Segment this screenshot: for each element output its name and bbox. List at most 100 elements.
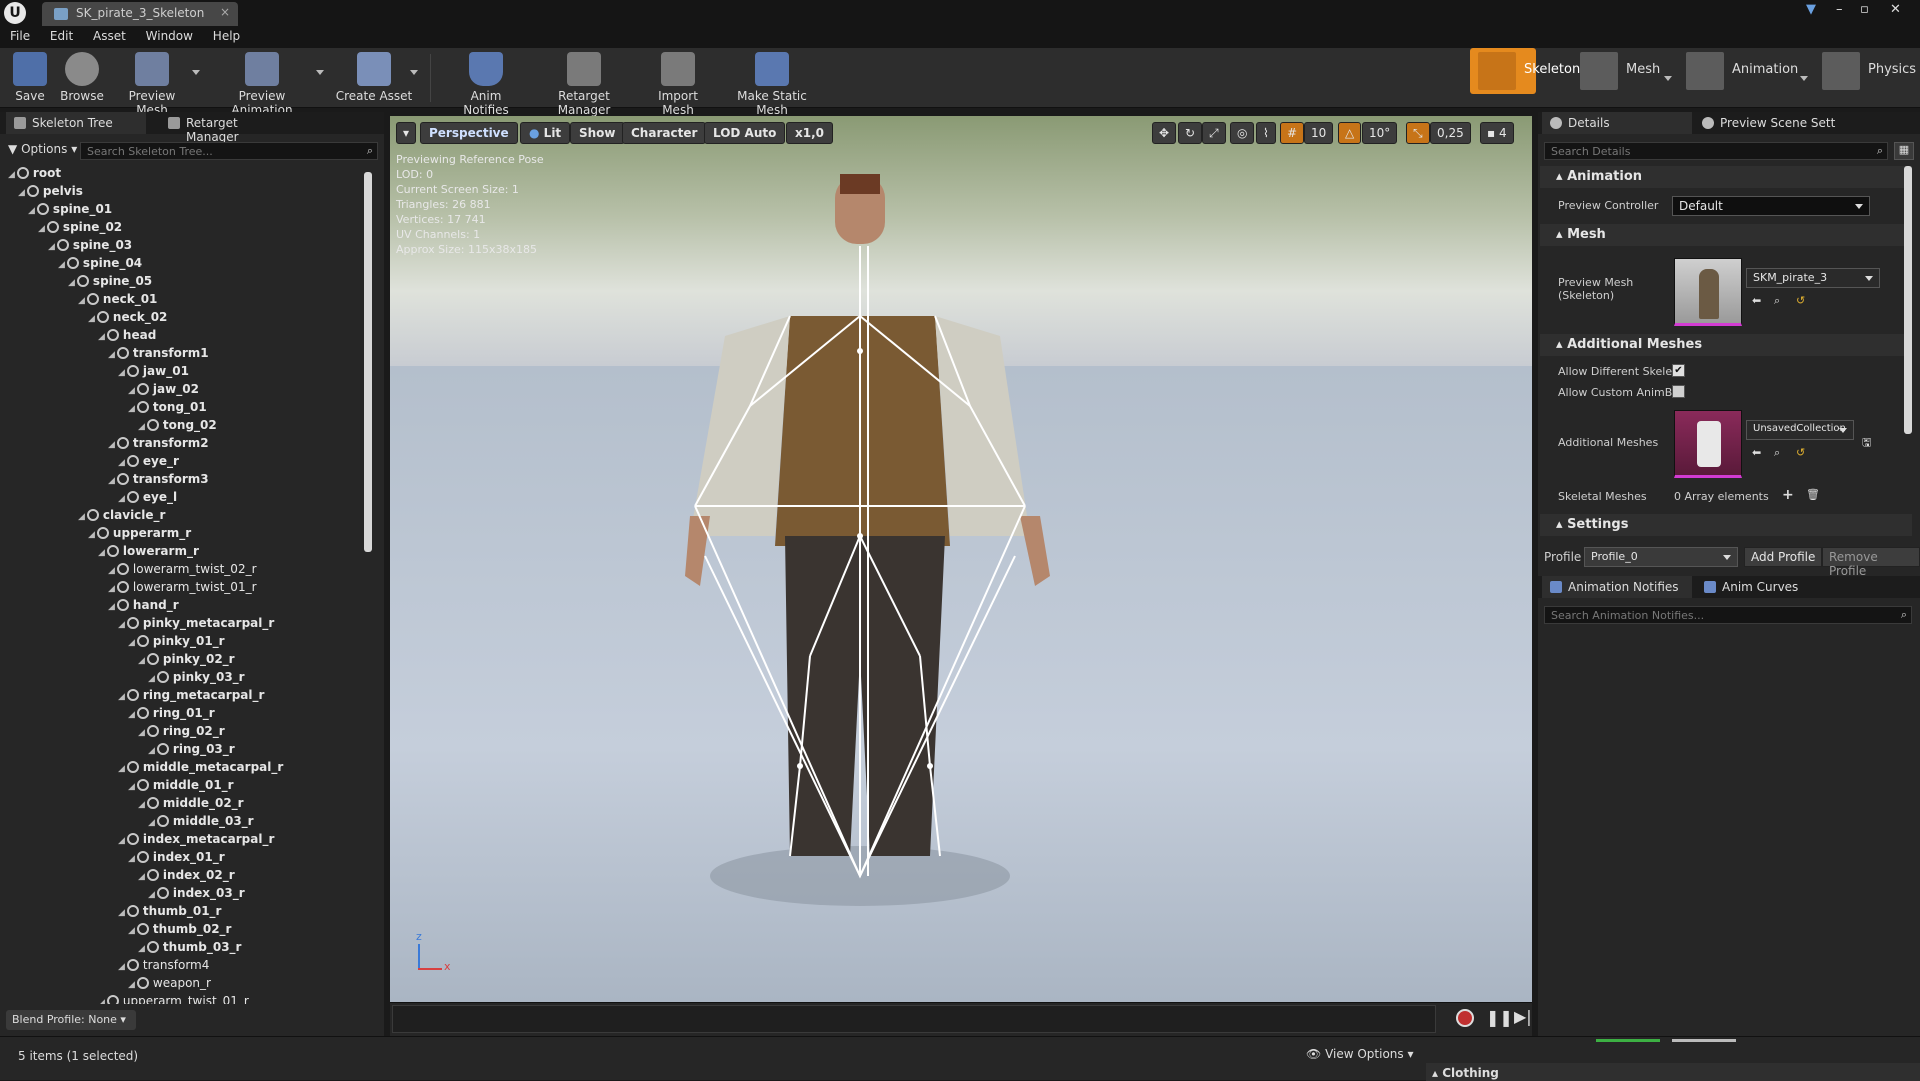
bone-row[interactable]: ◢ spine_05 <box>68 274 152 292</box>
create-asset-button[interactable]: Create Asset <box>334 50 414 106</box>
expand-arrow-icon[interactable]: ◢ <box>138 872 145 882</box>
expand-arrow-icon[interactable]: ◢ <box>108 476 115 486</box>
bone-row[interactable]: ◢ transform2 <box>108 436 209 454</box>
bone-row[interactable]: ◢ lowerarm_twist_01_r <box>108 580 257 598</box>
delete-elements-icon[interactable]: 🗑 <box>1806 488 1820 501</box>
tab-anim-curves[interactable]: Anim Curves <box>1696 576 1846 598</box>
import-mesh-button[interactable]: Import Mesh <box>642 50 714 117</box>
bone-row[interactable]: ◢ spine_01 <box>28 202 112 220</box>
bone-row[interactable]: ◢ lowerarm_r <box>98 544 199 562</box>
expand-arrow-icon[interactable]: ◢ <box>98 548 105 558</box>
reset-to-default-icon[interactable]: ↺ <box>1796 294 1805 307</box>
expand-arrow-icon[interactable]: ◢ <box>118 620 125 630</box>
bone-row[interactable]: ◢ ring_metacarpal_r <box>118 688 264 706</box>
bone-row[interactable]: ◢ jaw_01 <box>118 364 189 382</box>
bone-row[interactable]: ◢ index_02_r <box>138 868 235 886</box>
expand-arrow-icon[interactable]: ◢ <box>128 980 135 990</box>
bone-row[interactable]: ◢ thumb_02_r <box>128 922 231 940</box>
browse-asset-icon[interactable]: ⌕ <box>1774 446 1780 460</box>
angle-snap-value[interactable]: 10° <box>1362 122 1398 144</box>
expand-arrow-icon[interactable]: ◢ <box>108 350 115 360</box>
grid-snap-icon[interactable]: # <box>1280 122 1305 144</box>
expand-arrow-icon[interactable]: ◢ <box>118 908 125 918</box>
angle-snap-icon[interactable]: △ <box>1338 122 1362 144</box>
translate-tool-icon[interactable]: ✥ <box>1152 122 1177 144</box>
blend-profile-dropdown[interactable]: Blend Profile: None ▾ <box>6 1010 136 1030</box>
section-additional-meshes[interactable]: ▴ Additional Meshes <box>1540 334 1912 356</box>
tree-scrollbar[interactable] <box>364 172 372 552</box>
save-button[interactable]: Save <box>10 50 50 106</box>
bone-row[interactable]: ◢ lowerarm_twist_02_r <box>108 562 257 580</box>
expand-arrow-icon[interactable]: ◢ <box>118 962 125 972</box>
additional-meshes-combo[interactable]: UnsavedCollection <box>1746 420 1854 440</box>
expand-arrow-icon[interactable]: ◢ <box>148 746 155 756</box>
mode-skeleton-button[interactable]: Skeleton <box>1470 48 1580 94</box>
add-profile-button[interactable]: Add Profile <box>1744 547 1823 567</box>
remove-profile-button[interactable]: Remove Profile <box>1822 547 1920 578</box>
playback-speed-button[interactable]: x1,0 <box>786 122 833 144</box>
show-button[interactable]: Show <box>570 122 625 144</box>
skeleton-search-input[interactable]: Search Skeleton Tree... ⌕ <box>80 142 378 160</box>
expand-arrow-icon[interactable]: ◢ <box>138 656 145 666</box>
expand-arrow-icon[interactable]: ◢ <box>88 530 95 540</box>
expand-arrow-icon[interactable]: ◢ <box>118 458 125 468</box>
world-local-icon[interactable]: ◎ <box>1230 122 1255 144</box>
tab-preview-scene-settings[interactable]: Preview Scene Sett <box>1694 112 1844 134</box>
make-static-mesh-button[interactable]: Make Static Mesh <box>722 50 822 117</box>
mesh-mode-dropdown-icon[interactable] <box>1664 76 1672 81</box>
timeline-scrubber[interactable] <box>392 1005 1436 1033</box>
document-tab[interactable]: SK_pirate_3_Skeleton × <box>42 2 238 26</box>
mode-animation-button[interactable]: Animation <box>1678 48 1798 94</box>
close-window-button[interactable]: ✕ <box>1890 2 1901 17</box>
expand-arrow-icon[interactable]: ◢ <box>118 764 125 774</box>
mode-physics-button[interactable]: Physics <box>1814 48 1916 94</box>
menu-help[interactable]: Help <box>213 26 240 46</box>
bone-row[interactable]: ◢ weapon_r <box>128 976 211 994</box>
preview-controller-combo[interactable]: Default <box>1672 196 1870 216</box>
use-selected-arrow-icon[interactable]: ⬅ <box>1752 446 1761 459</box>
bone-row[interactable]: ◢ hand_r <box>108 598 179 616</box>
scale-snap-value[interactable]: 0,25 <box>1430 122 1471 144</box>
section-clothing[interactable]: ▴ Clothing <box>1426 1063 1920 1081</box>
expand-arrow-icon[interactable]: ◢ <box>78 512 85 522</box>
browse-asset-icon[interactable]: ⌕ <box>1774 294 1780 308</box>
notification-icon[interactable]: ▼ <box>1806 2 1816 17</box>
character-preview[interactable] <box>390 116 1532 1002</box>
lit-button[interactable]: ● Lit <box>520 122 571 144</box>
bone-row[interactable]: ◢ jaw_02 <box>128 382 199 400</box>
expand-arrow-icon[interactable]: ◢ <box>88 314 95 324</box>
grid-size-value[interactable]: 10 <box>1304 122 1334 144</box>
create-asset-dropdown-icon[interactable] <box>410 70 418 75</box>
perspective-button[interactable]: Perspective <box>420 122 518 144</box>
profile-combo[interactable]: Profile_0 <box>1584 547 1738 567</box>
bone-row[interactable]: ◢ tong_02 <box>138 418 217 436</box>
tab-details[interactable]: Details <box>1542 112 1692 134</box>
expand-arrow-icon[interactable]: ◢ <box>128 710 135 720</box>
bone-row[interactable]: ◢ transform1 <box>108 346 209 364</box>
expand-arrow-icon[interactable]: ◢ <box>128 926 135 936</box>
section-settings[interactable]: ▴ Settings <box>1540 514 1912 536</box>
expand-arrow-icon[interactable]: ◢ <box>128 854 135 864</box>
bone-row[interactable]: ◢ ring_03_r <box>148 742 235 760</box>
expand-arrow-icon[interactable]: ◢ <box>138 944 145 954</box>
bone-row[interactable]: ◢ middle_metacarpal_r <box>118 760 283 778</box>
bone-row[interactable]: ◢ pinky_03_r <box>148 670 245 688</box>
mode-mesh-button[interactable]: Mesh <box>1572 48 1662 94</box>
expand-arrow-icon[interactable]: ◢ <box>108 584 115 594</box>
tab-retarget-manager[interactable]: Retarget Manager <box>160 112 300 144</box>
bone-row[interactable]: ◢ thumb_03_r <box>138 940 241 958</box>
expand-arrow-icon[interactable]: ◢ <box>98 332 105 342</box>
menu-asset[interactable]: Asset <box>93 26 126 46</box>
preview-mesh-button[interactable]: Preview Mesh <box>112 50 192 117</box>
bone-row[interactable]: ◢ clavicle_r <box>78 508 165 526</box>
bone-row[interactable]: ◢ spine_04 <box>58 256 142 274</box>
bone-row[interactable]: ◢ pelvis <box>18 184 83 202</box>
camera-speed-button[interactable]: ▪ 4 <box>1480 122 1514 144</box>
bone-row[interactable]: ◢ eye_r <box>118 454 179 472</box>
bone-row[interactable]: ◢ middle_01_r <box>128 778 234 796</box>
details-search-input[interactable]: Search Details ⌕ <box>1544 142 1888 160</box>
close-tab-icon[interactable]: × <box>220 5 230 19</box>
menu-edit[interactable]: Edit <box>50 26 73 46</box>
bone-row[interactable]: ◢ neck_02 <box>88 310 167 328</box>
expand-arrow-icon[interactable]: ◢ <box>78 296 85 306</box>
